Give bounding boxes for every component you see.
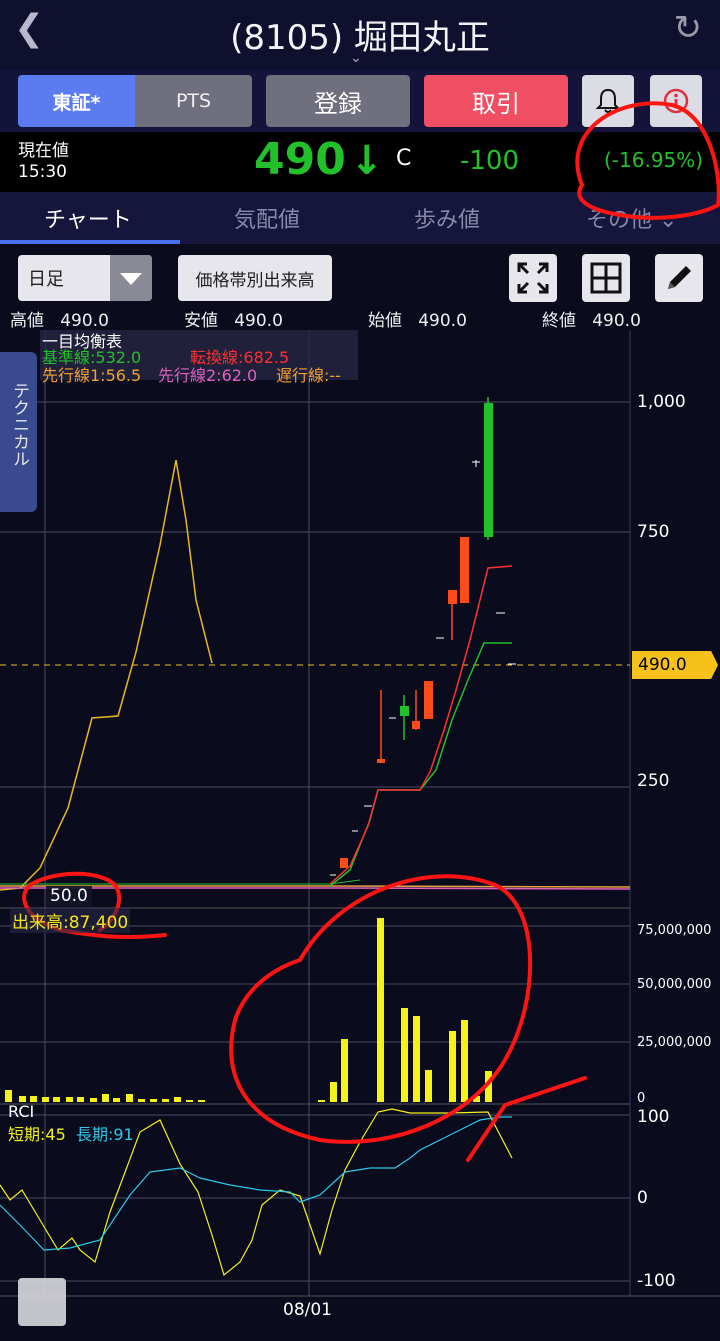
date-axis-label: 08/01 bbox=[283, 1300, 332, 1320]
price-axis-label: 250 bbox=[637, 771, 670, 791]
rci-axis-label: 0 bbox=[637, 1188, 648, 1208]
volume-axis-label: 50,000,000 bbox=[637, 977, 712, 992]
ichimoku-senko2: 先行線2:62.0 bbox=[158, 366, 258, 385]
rci-legend: RCI 短期:45 長期:91 bbox=[8, 1102, 134, 1145]
volume-label: 出来高:87,400 bbox=[10, 908, 131, 933]
ichimoku-senko1: 先行線1:56.5 bbox=[42, 366, 142, 385]
ichimoku-chikou: 遅行線:-- bbox=[276, 366, 341, 385]
rci-axis-label: 100 bbox=[637, 1107, 670, 1127]
rci-title: RCI bbox=[8, 1102, 35, 1121]
rci-axis-label: -100 bbox=[637, 1271, 676, 1291]
marker-value: 50.0 bbox=[46, 886, 92, 906]
tenkan-line bbox=[329, 565, 513, 885]
flat-green-line bbox=[0, 879, 361, 885]
volume-axis-label: 0 bbox=[637, 1091, 646, 1106]
chart-scroll-button[interactable] bbox=[18, 1278, 66, 1326]
volume-axis-label: 75,000,000 bbox=[637, 923, 712, 938]
ichimoku-legend: 一目均衡表 基準線:532.0 転換線:682.5 先行線1:56.5 先行線2… bbox=[40, 330, 358, 385]
hand-annotations bbox=[22, 101, 720, 1162]
lagging-span-line bbox=[0, 459, 213, 891]
volume-bars bbox=[5, 918, 492, 1102]
rci-long: 長期:91 bbox=[75, 1125, 134, 1144]
volume-axis-label: 25,000,000 bbox=[637, 1035, 712, 1050]
technical-side-tab[interactable]: テクニカル bbox=[0, 352, 37, 512]
price-axis-label: 750 bbox=[637, 522, 670, 542]
technical-side-tab-label: テクニカル bbox=[9, 382, 29, 467]
senkou-span-2-line bbox=[0, 887, 631, 890]
price-axis-label: 1,000 bbox=[637, 392, 686, 412]
rci-short: 短期:45 bbox=[8, 1125, 66, 1144]
current-price-tag: 490.0 bbox=[632, 651, 718, 679]
candlesticks bbox=[330, 397, 516, 876]
senkou-span-1-line bbox=[0, 885, 631, 888]
